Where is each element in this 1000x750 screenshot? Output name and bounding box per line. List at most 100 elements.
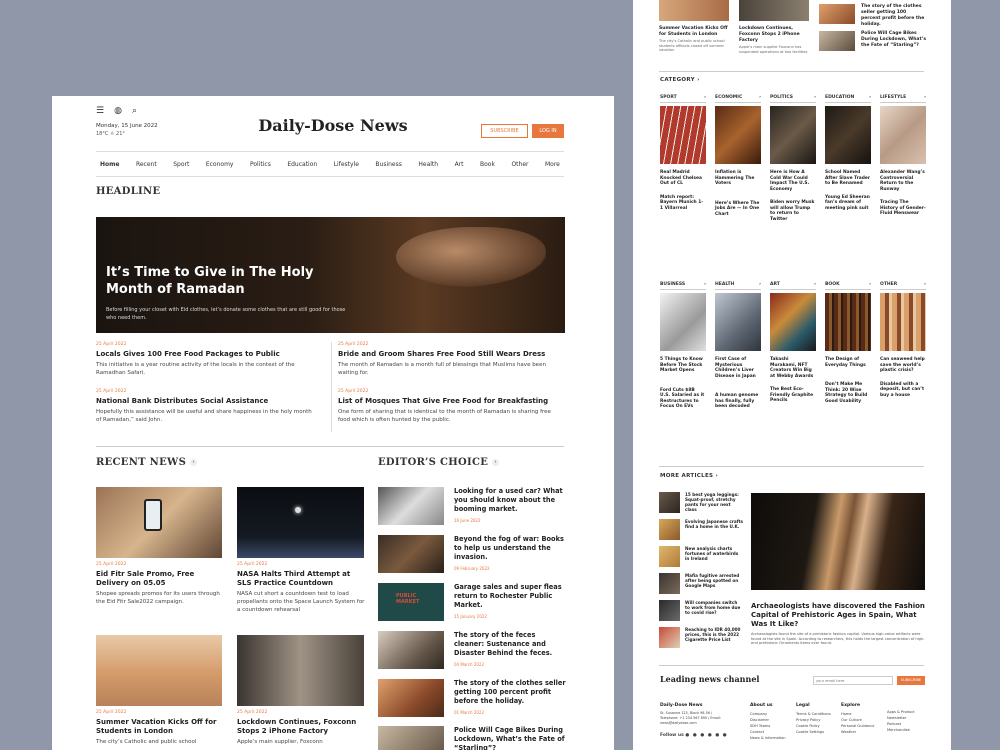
editors-item-title[interactable]: Garage sales and super fleas return to R… — [454, 583, 566, 610]
category-article-title[interactable]: Tracing The History of Gender-Fluid Mens… — [880, 200, 926, 217]
category-header[interactable]: SPORT › — [660, 95, 706, 103]
footer-link[interactable]: News & information — [750, 735, 786, 741]
category-header[interactable]: HEALTH › — [715, 282, 761, 290]
nav-economy[interactable]: Economy — [206, 161, 234, 168]
space-thumbnail[interactable] — [237, 487, 364, 558]
more-article-title[interactable]: New analysis charts fortunes of waterbir… — [685, 546, 743, 561]
more-article-item[interactable]: Mafia fugitive arrested after being spot… — [659, 573, 743, 596]
top-item[interactable]: The story of the clothes seller getting … — [861, 4, 927, 28]
nav-sport[interactable]: Sport — [173, 161, 189, 168]
nav-other[interactable]: Other — [511, 161, 528, 168]
category-article-title[interactable]: Here is How A Cold War Could Impact The … — [770, 170, 816, 192]
top-item[interactable]: Summer Vacation Kicks Off for Students i… — [659, 26, 731, 53]
category-article-title[interactable]: School Named After Slave Trader to Be Re… — [825, 170, 871, 187]
category-book[interactable]: BOOK › · The Design of Everyday Things Do… — [825, 282, 871, 404]
category-article-title[interactable]: Alexander Wang’s Controversial Return to… — [880, 170, 926, 192]
top-item-title[interactable]: Summer Vacation Kicks Off for Students i… — [659, 26, 728, 37]
article-title[interactable]: List of Mosques That Give Free Food for … — [338, 397, 564, 406]
category-business[interactable]: BUSINESS › · 5 Things to Know Before The … — [660, 282, 706, 410]
factory-thumbnail[interactable] — [237, 635, 364, 706]
more-article-title[interactable]: Mafia fugitive arrested after being spot… — [685, 573, 743, 588]
recent-article[interactable]: 25 April 2022 Lockdown Continues, Foxcon… — [237, 710, 365, 746]
editors-item[interactable]: PUBLIC MARKET Garage sales and super flea… — [378, 583, 564, 623]
headline-article[interactable]: 25 April 2022 List of Mosques That Give … — [338, 389, 564, 424]
category-header[interactable]: ECONOMIC › — [715, 95, 761, 103]
category-header[interactable]: POLITICS › — [770, 95, 816, 103]
category-article-title[interactable]: Match report: Bayern Munich 1-1 Villarre… — [660, 195, 706, 212]
newsletter-email-input[interactable] — [813, 676, 893, 685]
category-sport[interactable]: SPORT › · Real Madrid Knocked Chelsea Out… — [660, 95, 706, 211]
headline-article[interactable]: 25 April 2022 Locals Gives 100 Free Food… — [96, 342, 318, 377]
nav-art[interactable]: Art — [455, 161, 464, 168]
category-article-title[interactable]: Disabled with a deposit, but can’t buy a… — [880, 382, 926, 399]
more-article-item[interactable]: New analysis charts fortunes of waterbir… — [659, 546, 743, 569]
courtyard-thumbnail[interactable] — [96, 635, 222, 706]
top-item[interactable]: Police Will Cage Bikes During Lockdown, … — [861, 31, 927, 49]
arrow-right-icon[interactable]: › — [492, 459, 500, 466]
footer-brand-name[interactable]: Daily-Dose News — [660, 703, 726, 709]
category-header[interactable]: BOOK › — [825, 282, 871, 290]
hero-title[interactable]: It’s Time to Give in The Holy Month of R… — [106, 264, 346, 298]
editors-item-title[interactable]: Police Will Cage Bikes During Lockdown, … — [454, 726, 566, 750]
category-article-title[interactable]: A human genome has finally, fully been d… — [715, 393, 761, 410]
editors-item[interactable]: Police Will Cage Bikes During Lockdown, … — [378, 726, 566, 750]
arrow-right-icon[interactable]: › — [697, 77, 700, 83]
factory-thumbnail[interactable] — [739, 0, 809, 21]
recent-article[interactable]: 25 April 2022 Summer Vacation Kicks Off … — [96, 710, 224, 746]
editors-item-title[interactable]: The story of the clothes seller getting … — [454, 679, 566, 706]
more-article-item[interactable]: Will companies switch to work from home … — [659, 600, 743, 623]
site-logo[interactable]: Daily-Dose News — [52, 116, 614, 135]
category-header[interactable]: ART › — [770, 282, 816, 290]
category-article-title[interactable]: Young Ed Sheeran fan’s dream of meeting … — [825, 195, 871, 212]
more-article-item[interactable]: Reaching to IDR 40,000 prices, this is t… — [659, 627, 743, 650]
article-title[interactable]: NASA Halts Third Attempt at SLS Practice… — [237, 570, 365, 588]
feature-title[interactable]: Archaeologists have discovered the Fashi… — [751, 602, 925, 628]
recent-article[interactable]: 25 April 2022 Eid Fitr Sale Promo, Free … — [96, 562, 224, 606]
category-article-title[interactable]: Real Madrid Knocked Chelsea Out of CL — [660, 170, 706, 187]
category-header[interactable]: EDUCATION › — [825, 95, 871, 103]
headline-article[interactable]: 25 April 2022 National Bank Distributes … — [96, 389, 318, 424]
editors-item[interactable]: The story of the feces cleaner: Sustenan… — [378, 631, 564, 671]
category-article-title[interactable]: The Design of Everyday Things — [825, 357, 871, 368]
category-article-title[interactable]: Takashi Murakami, NFT Creators Win Big a… — [770, 357, 816, 379]
footer-link[interactable]: Merchandise — [887, 727, 915, 733]
top-item-title[interactable]: Lockdown Continues, Foxconn Stops 2 iPho… — [739, 26, 800, 43]
login-button[interactable]: LOG IN — [532, 124, 564, 138]
nav-lifestyle[interactable]: Lifestyle — [334, 161, 359, 168]
nav-book[interactable]: Book — [480, 161, 495, 168]
more-article-title[interactable]: Will companies switch to work from home … — [685, 600, 743, 615]
phone-hands-thumbnail[interactable] — [96, 487, 222, 558]
category-lifestyle[interactable]: LIFESTYLE › · Alexander Wang’s Controvers… — [880, 95, 926, 217]
category-article-title[interactable]: First Case of Mysterious Children’s Live… — [715, 357, 761, 379]
social-icons[interactable]: ● ● ● ● ● ● — [685, 733, 727, 738]
nav-politics[interactable]: Politics — [250, 161, 271, 168]
category-header[interactable]: BUSINESS › — [660, 282, 706, 290]
recent-article[interactable]: 25 April 2022 NASA Halts Third Attempt a… — [237, 562, 365, 614]
headline-article[interactable]: 25 April 2022 Bride and Groom Shares Fre… — [338, 342, 564, 377]
editors-item[interactable]: The story of the clothes seller getting … — [378, 679, 566, 719]
menu-icon[interactable]: ☰ — [96, 106, 104, 116]
top-item-title[interactable]: Police Will Cage Bikes During Lockdown, … — [861, 31, 926, 48]
nav-more[interactable]: More — [545, 161, 560, 168]
search-icon[interactable]: ⌕ — [132, 106, 137, 116]
article-title[interactable]: Lockdown Continues, Foxconn Stops 2 iPho… — [237, 718, 365, 736]
article-title[interactable]: Locals Gives 100 Free Food Packages to P… — [96, 350, 318, 359]
more-article-item[interactable]: 15 best yoga leggings: Squat-proof, stre… — [659, 492, 743, 515]
category-other[interactable]: OTHER › · Can seaweed help save the world… — [880, 282, 926, 398]
article-title[interactable]: National Bank Distributes Social Assista… — [96, 397, 318, 406]
category-article-title[interactable]: The Best Eco-Friendly Graphite Pencils — [770, 387, 816, 404]
editors-item[interactable]: Beyond the fog of war: Books to help us … — [378, 535, 564, 575]
category-health[interactable]: HEALTH › · First Case of Mysterious Child… — [715, 282, 761, 410]
footer-link[interactable]: Cookie Settings — [796, 729, 831, 735]
nav-recent[interactable]: Recent — [136, 161, 157, 168]
arrow-right-icon[interactable]: › — [715, 473, 718, 479]
article-title[interactable]: Bride and Groom Shares Free Food Still W… — [338, 350, 564, 359]
top-item-title[interactable]: The story of the clothes seller getting … — [861, 4, 924, 27]
category-article-title[interactable]: Ford Cuts $8B U.S. Salaried as it Restru… — [660, 388, 706, 410]
footer-link[interactable]: Weather — [841, 729, 874, 735]
nav-health[interactable]: Health — [418, 161, 438, 168]
nav-home[interactable]: Home — [100, 161, 119, 168]
category-article-title[interactable]: Biden worry Musk will allow Trump to ret… — [770, 200, 816, 222]
article-title[interactable]: Eid Fitr Sale Promo, Free Delivery on 05… — [96, 570, 224, 588]
category-header[interactable]: OTHER › — [880, 282, 926, 290]
